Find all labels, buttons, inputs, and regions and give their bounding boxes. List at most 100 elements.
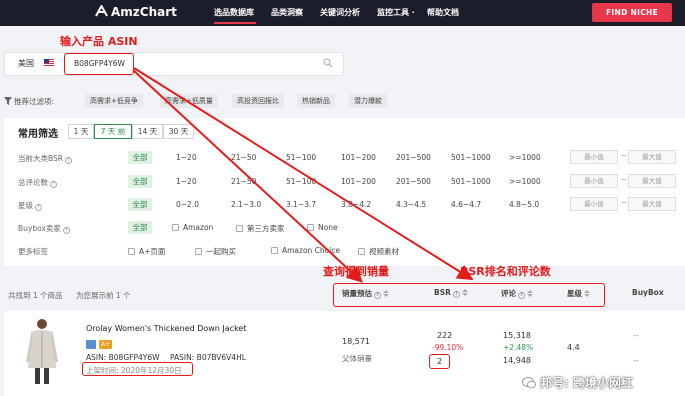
rating-option[interactable]: 4.6~4.7	[451, 200, 481, 209]
checkbox[interactable]	[172, 224, 179, 231]
buybox-value: --	[633, 331, 639, 340]
filter-icon	[4, 97, 12, 105]
range-dash: ~	[621, 199, 627, 207]
reviews-option[interactable]: 101~200	[341, 177, 376, 186]
help-icon[interactable]: ?	[50, 181, 57, 188]
us-flag-icon	[44, 59, 54, 66]
annotation-box-asin	[64, 53, 134, 75]
search-bar	[4, 52, 344, 76]
annotation-box-bsr-sub	[429, 354, 450, 369]
col-buybox: BuyBox	[632, 288, 664, 297]
filter-label-reviews: 总评论数?	[18, 177, 57, 188]
range-dash: ~	[621, 152, 627, 160]
product-image[interactable]	[22, 316, 62, 386]
period-7-days[interactable]: 7 天 前	[94, 124, 132, 139]
help-icon[interactable]: ?	[65, 157, 72, 164]
reviews-option[interactable]: 21~50	[231, 177, 256, 186]
reviews-option[interactable]: 1~20	[176, 177, 197, 186]
period-30-days[interactable]: 30 天	[163, 124, 194, 139]
nav-keyword-analysis[interactable]: 关键词分析	[320, 7, 360, 18]
rating-option[interactable]: 0~2.0	[176, 200, 199, 209]
nav-active-indicator	[214, 22, 256, 24]
buybox-all[interactable]: 全部	[128, 221, 152, 234]
find-niche-button[interactable]: FIND NICHE	[592, 3, 672, 22]
rating-option[interactable]: 2.1~3.0	[231, 200, 261, 209]
bsr-option[interactable]: 51~100	[286, 153, 316, 162]
checkbox[interactable]	[271, 247, 278, 254]
tag-aplus-page[interactable]: A+页面	[128, 246, 165, 257]
nav-help-docs[interactable]: 帮助文档	[427, 7, 459, 18]
tag-amazon-choice[interactable]: Amazon Choice	[271, 246, 340, 255]
reviews-min-input[interactable]: 最小值	[570, 174, 618, 188]
bsr-option[interactable]: 21~50	[231, 153, 256, 162]
rating-all[interactable]: 全部	[128, 198, 152, 211]
reviews-max-input[interactable]: 最大值	[628, 174, 676, 188]
help-icon[interactable]: ?	[35, 204, 42, 211]
chip-high-demand-low-quality[interactable]: 高需求+低质量	[160, 94, 218, 108]
chip-high-demand-low-competition[interactable]: 高需求+低竞争	[85, 94, 143, 108]
period-14-days[interactable]: 14 天	[132, 124, 163, 139]
reviews-option[interactable]: 501~1000	[451, 177, 491, 186]
sales-sub-label: 父体销量	[342, 354, 372, 363]
bsr-all[interactable]: 全部	[128, 151, 152, 164]
filter-label-bsr: 当前大类BSR?	[18, 153, 72, 164]
logo[interactable]: AmzChart	[95, 5, 177, 19]
period-1-day[interactable]: 1 天	[68, 124, 94, 139]
product-asin[interactable]: ASIN: B08GFP4Y6W	[86, 353, 160, 362]
nav-category-insight[interactable]: 品类洞察	[271, 7, 303, 18]
rating-option[interactable]: 3.8~4.2	[341, 200, 371, 209]
rating-option[interactable]: 3.1~3.7	[286, 200, 316, 209]
nav-monitor-tools[interactable]: 监控工具 ·	[377, 7, 415, 18]
result-showing: 为您展示前 1 个	[76, 291, 131, 300]
bsr-option[interactable]: 501~1000	[451, 153, 491, 162]
recommend-filters-label: 推荐过滤项:	[4, 96, 54, 107]
buybox-amazon[interactable]: Amazon	[172, 223, 213, 232]
checkbox[interactable]	[358, 248, 365, 255]
bsr-option[interactable]: 201~500	[396, 153, 431, 162]
annotation-query-sales: 查询得到销量	[323, 265, 389, 278]
bsr-min-input[interactable]: 最小值	[570, 150, 618, 164]
reviews-option[interactable]: >=1000	[509, 177, 541, 186]
chip-high-roi[interactable]: 高投资回报比	[232, 94, 284, 108]
rating-option[interactable]: 4.3~4.5	[396, 200, 426, 209]
reviews-option[interactable]: 51~100	[286, 177, 316, 186]
buybox-none[interactable]: None	[307, 223, 338, 232]
annotation-bsr-reviews: BSR排名和评论数	[460, 265, 551, 278]
logo-icon	[95, 5, 108, 17]
search-icon[interactable]	[323, 58, 333, 68]
nav-product-database[interactable]: 选品数据库	[214, 7, 254, 18]
product-title[interactable]: Orolay Women's Thickened Down Jacket	[86, 324, 246, 333]
aplus-badge: A+	[99, 340, 113, 349]
checkbox[interactable]	[128, 248, 135, 255]
annotation-box-columns	[333, 283, 605, 307]
sales-value: 18,571	[342, 337, 370, 346]
checkbox[interactable]	[307, 224, 314, 231]
reviews-all[interactable]: 全部	[128, 175, 152, 188]
country-select[interactable]: 美国	[18, 58, 34, 69]
tag-bought-together[interactable]: 一起购买	[195, 246, 236, 257]
reviews-option[interactable]: 201~500	[396, 177, 431, 186]
logo-text: AmzChart	[111, 5, 177, 19]
bsr-option[interactable]: 101~200	[341, 153, 376, 162]
chip-potential-bestseller[interactable]: 潜力爆款	[349, 94, 387, 108]
help-icon[interactable]: ?	[62, 227, 70, 234]
bsr-option[interactable]: >=1000	[509, 153, 541, 162]
buybox-third-party[interactable]: 第三方卖家	[236, 223, 285, 234]
rating-option[interactable]: 4.8~5.0	[509, 200, 539, 209]
reviews-value: 15,318	[503, 331, 531, 340]
chip-hot-new[interactable]: 热销新品	[297, 94, 335, 108]
bsr-max-input[interactable]: 最大值	[628, 150, 676, 164]
checkbox[interactable]	[236, 225, 243, 232]
rating-max-input[interactable]: 最大值	[628, 197, 676, 211]
common-filters-title: 常用筛选	[18, 129, 58, 140]
product-pasin[interactable]: PASIN: B07BV6V4HL	[170, 353, 246, 362]
bsr-change: -99.10%	[432, 343, 464, 352]
tag-video[interactable]: 视频素材	[358, 246, 399, 257]
reviews-change: +2.48%	[503, 343, 534, 352]
rating-min-input[interactable]: 最小值	[570, 197, 618, 211]
rating-value: 4.4	[567, 343, 580, 352]
buybox-value: --	[633, 356, 639, 365]
checkbox[interactable]	[195, 248, 202, 255]
result-count: 共找到 1 个商品	[8, 291, 63, 300]
bsr-option[interactable]: 1~20	[176, 153, 197, 162]
